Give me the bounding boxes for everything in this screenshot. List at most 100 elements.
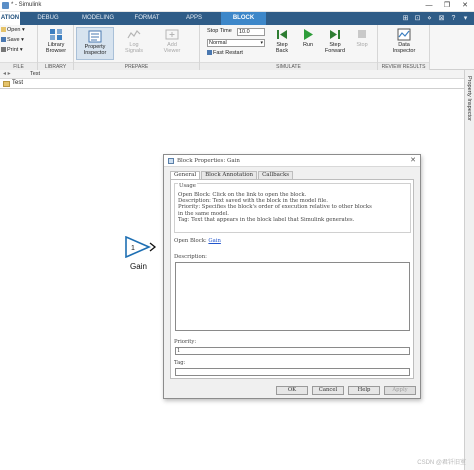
model-path[interactable]: Test xyxy=(12,80,23,86)
usage-group: Usage Open Block: Click on the link to o… xyxy=(174,183,411,233)
log-signals-button[interactable]: Log Signals xyxy=(120,28,148,54)
data-inspector-icon xyxy=(397,28,411,41)
property-inspector-icon xyxy=(88,30,102,43)
property-inspector-strip-label: Property Inspector xyxy=(466,76,472,121)
file-section: Open ▾ Save ▾ Print ▾ FILE xyxy=(0,25,38,70)
prepare-section-label: PREPARE xyxy=(74,62,199,70)
prepare-section: Property Inspector Log Signals Add Viewe… xyxy=(74,25,200,70)
priority-input[interactable]: 1 xyxy=(175,347,410,355)
ok-button[interactable]: OK xyxy=(276,386,308,395)
save-icon xyxy=(1,37,6,43)
step-forward-button[interactable]: Step Forward xyxy=(322,28,348,54)
priority-label: Priority: xyxy=(174,339,197,345)
step-forward-icon xyxy=(330,30,340,39)
open-block-row: Open Block: Gain xyxy=(174,236,411,247)
gain-value: 1 xyxy=(131,245,135,252)
usage-legend: Usage xyxy=(178,183,197,189)
add-viewer-icon xyxy=(165,29,179,40)
usage-text: Open Block: Click on the link to open th… xyxy=(178,192,410,223)
log-signals-icon xyxy=(127,30,141,39)
quick-icon-4[interactable]: ⊠ xyxy=(437,14,446,23)
tab-format[interactable]: FORMAT xyxy=(131,12,163,25)
model-tab-bar: ◂ ▸ Test xyxy=(0,70,464,79)
ribbon-tab-bar: ATION DEBUG MODELING FORMAT APPS BLOCK ⊞… xyxy=(0,12,474,25)
tab-callbacks[interactable]: Callbacks xyxy=(258,171,294,179)
block-properties-dialog: Block Properties: Gain ✕ General Block A… xyxy=(163,154,421,399)
property-inspector-button[interactable]: Property Inspector xyxy=(76,27,114,60)
address-bar: Test xyxy=(0,79,464,89)
data-inspector-button[interactable]: Data Inspector xyxy=(388,28,420,54)
gain-triangle xyxy=(125,236,152,258)
review-section-label: REVIEW RESULTS xyxy=(378,62,429,70)
gain-block[interactable]: 1 xyxy=(122,236,158,258)
general-tab-panel: Usage Open Block: Click on the link to o… xyxy=(170,179,414,379)
fast-restart-toggle[interactable]: Fast Restart xyxy=(207,50,243,57)
help-button[interactable]: Help xyxy=(348,386,380,395)
tab-apps[interactable]: APPS xyxy=(180,12,208,25)
apply-button[interactable]: Apply xyxy=(384,386,416,395)
quick-icon-2[interactable]: ⊡ xyxy=(413,14,422,23)
dialog-title-bar: Block Properties: Gain ✕ xyxy=(164,155,420,167)
review-results-section: Data Inspector REVIEW RESULTS xyxy=(378,25,430,70)
close-icon[interactable]: ✕ xyxy=(410,156,416,164)
simulink-app-icon xyxy=(2,2,9,9)
tab-modeling[interactable]: MODELING xyxy=(78,12,118,25)
step-back-icon xyxy=(277,30,287,39)
simulate-section: Stop Time 10.0 Normal ▾ Fast Restart Step… xyxy=(200,25,378,70)
model-icon xyxy=(3,81,10,87)
collapse-ribbon-icon[interactable]: ▾ xyxy=(461,14,470,23)
tab-block-annotation[interactable]: Block Annotation xyxy=(201,171,258,179)
back-arrow-icon[interactable]: ◂ ▸ xyxy=(3,70,11,77)
quick-access-toolbar: ⊞ ⊡ ⋄ ⊠ ? ▾ xyxy=(401,14,470,23)
gain-block-label: Gain xyxy=(130,262,147,271)
print-icon xyxy=(1,47,6,53)
close-window-button[interactable]: ✕ xyxy=(456,0,474,12)
library-browser-icon xyxy=(50,29,62,40)
run-button[interactable]: Run xyxy=(296,28,320,48)
tag-input[interactable] xyxy=(175,368,410,376)
stop-time-input[interactable]: 10.0 xyxy=(237,28,265,36)
tab-block[interactable]: BLOCK xyxy=(221,12,266,25)
window-controls: — ❐ ✕ xyxy=(420,0,474,12)
tab-simulation[interactable]: ATION xyxy=(0,12,20,25)
step-back-button[interactable]: Step Back xyxy=(270,28,294,54)
cancel-button[interactable]: Cancel xyxy=(312,386,344,395)
chevron-down-icon: ▾ xyxy=(260,40,263,46)
library-browser-button[interactable]: Library Browser xyxy=(40,28,72,54)
dialog-title: Block Properties: Gain xyxy=(177,158,240,164)
stop-button[interactable]: Stop xyxy=(350,28,374,48)
tag-label: Tag: xyxy=(174,360,186,366)
quick-icon-3[interactable]: ⋄ xyxy=(425,14,434,23)
open-button[interactable]: Open ▾ xyxy=(1,27,25,34)
window-title: * - Simulink xyxy=(11,2,42,8)
library-section-label: LIBRARY xyxy=(38,62,73,70)
usage-line: Tag: Text that appears in the block labe… xyxy=(178,216,355,223)
window-title-bar: * - Simulink — ❐ ✕ xyxy=(0,0,474,12)
description-label: Description: xyxy=(174,254,207,260)
fast-restart-icon xyxy=(207,50,212,56)
watermark: CSDN @君钎旧室 xyxy=(417,460,466,466)
maximize-button[interactable]: ❐ xyxy=(438,0,456,12)
open-block-link[interactable]: Gain xyxy=(208,238,221,244)
dialog-tabs: General Block Annotation Callbacks xyxy=(170,171,294,179)
save-button[interactable]: Save ▾ xyxy=(1,37,24,44)
model-tab[interactable]: Test xyxy=(30,71,40,77)
run-icon xyxy=(304,29,313,40)
tab-debug[interactable]: DEBUG xyxy=(33,12,63,25)
tab-general[interactable]: General xyxy=(170,171,201,179)
quick-icon-1[interactable]: ⊞ xyxy=(401,14,410,23)
minimize-button[interactable]: — xyxy=(420,0,438,12)
help-icon[interactable]: ? xyxy=(449,14,458,23)
library-section: Library Browser LIBRARY xyxy=(38,25,74,70)
add-viewer-button[interactable]: Add Viewer xyxy=(158,28,186,54)
open-folder-icon xyxy=(1,27,6,33)
open-block-label: Open Block: xyxy=(174,238,207,244)
toolstrip: Open ▾ Save ▾ Print ▾ FILE Library Brows… xyxy=(0,25,474,70)
simulation-mode-select[interactable]: Normal ▾ xyxy=(207,39,265,47)
print-button[interactable]: Print ▾ xyxy=(1,47,23,54)
simulate-section-label: SIMULATE xyxy=(200,62,377,70)
property-inspector-strip[interactable]: Property Inspector xyxy=(464,70,474,470)
stop-icon xyxy=(358,30,366,38)
dialog-icon xyxy=(168,158,174,164)
description-textarea[interactable] xyxy=(175,262,410,331)
